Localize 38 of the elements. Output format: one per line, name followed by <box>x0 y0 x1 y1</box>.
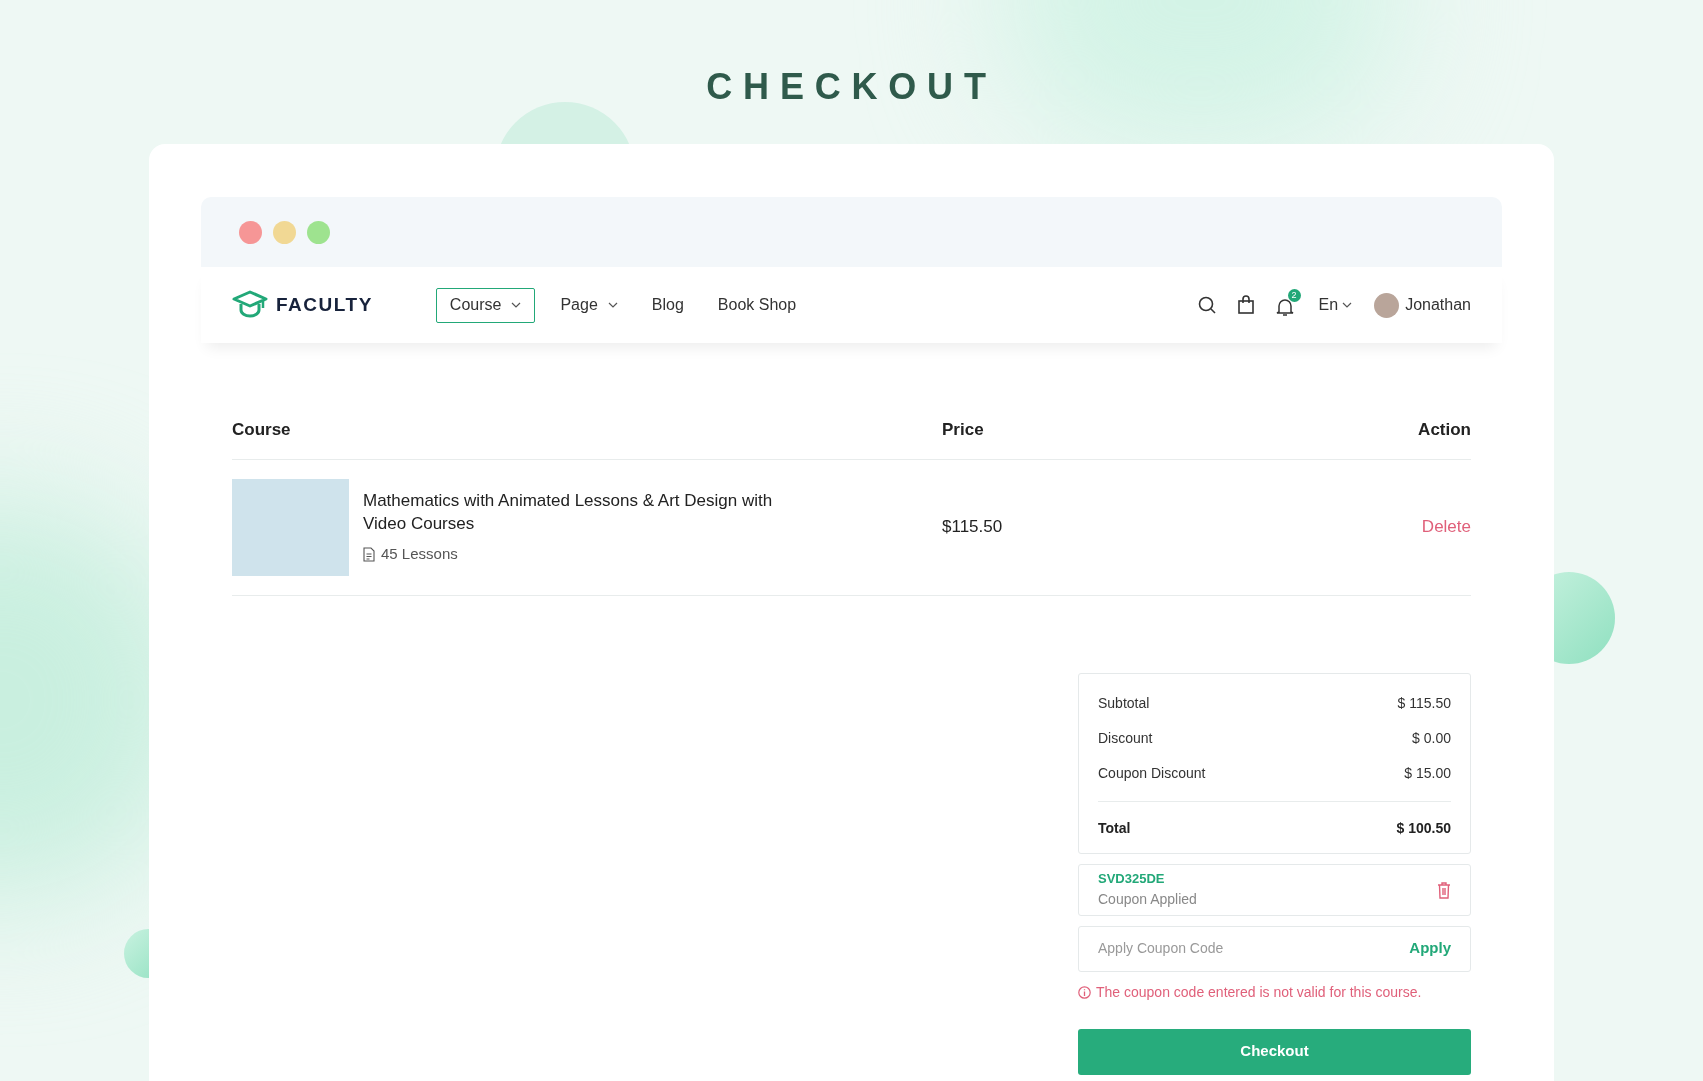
column-header: Course <box>232 419 292 441</box>
column-header: Action <box>1418 419 1471 441</box>
chevron-down-icon <box>511 302 522 308</box>
nav-item[interactable]: Book Shop <box>708 287 806 323</box>
user-name[interactable]: Jonathan <box>1405 293 1471 317</box>
chevron-down-icon <box>1342 302 1353 308</box>
language-selector[interactable]: En <box>1318 293 1353 317</box>
nav-item[interactable]: Course <box>435 287 536 323</box>
nav-item[interactable]: Page <box>551 287 627 323</box>
trash-icon[interactable] <box>1437 880 1451 899</box>
course-title[interactable]: Mathematics with Animated Lessons & Art Design with Video Courses <box>363 488 803 535</box>
document-icon <box>363 546 375 562</box>
summary-label: Total <box>1098 818 1131 838</box>
summary-label: Subtotal <box>1098 693 1150 713</box>
summary-value: $ 115.50 <box>1397 693 1451 713</box>
page-title: CHECKOUT <box>706 65 997 109</box>
lesson-count: 45 Lessons <box>381 543 458 564</box>
search-icon[interactable] <box>1196 295 1217 315</box>
summary-value: $ 100.50 <box>1396 818 1451 838</box>
coupon-code: SVD325DE <box>1098 870 1166 889</box>
nav-item[interactable]: Blog <box>642 287 693 323</box>
coupon-status: Coupon Applied <box>1098 889 1197 909</box>
chevron-down-icon <box>607 302 618 308</box>
error-message: The coupon code entered is not valid for this course. <box>1096 982 1422 1002</box>
summary-label: Coupon Discount <box>1098 763 1206 783</box>
graduation-cap-icon <box>232 290 268 320</box>
column-header: Price <box>942 419 985 441</box>
brand-name: FACULTY <box>276 292 373 317</box>
bell-icon[interactable] <box>1274 297 1295 317</box>
summary-value: $ 0.00 <box>1412 728 1451 748</box>
shopping-bag-icon[interactable] <box>1236 295 1255 315</box>
notification-badge: 2 <box>1287 289 1301 302</box>
info-icon <box>1078 985 1091 999</box>
price: $115.50 <box>942 516 1004 539</box>
summary-label: Discount <box>1098 728 1153 748</box>
summary-value: $ 15.00 <box>1404 763 1451 783</box>
coupon-input[interactable]: Apply Coupon Code <box>1098 938 1410 959</box>
delete-link[interactable]: Delete <box>1421 514 1471 540</box>
